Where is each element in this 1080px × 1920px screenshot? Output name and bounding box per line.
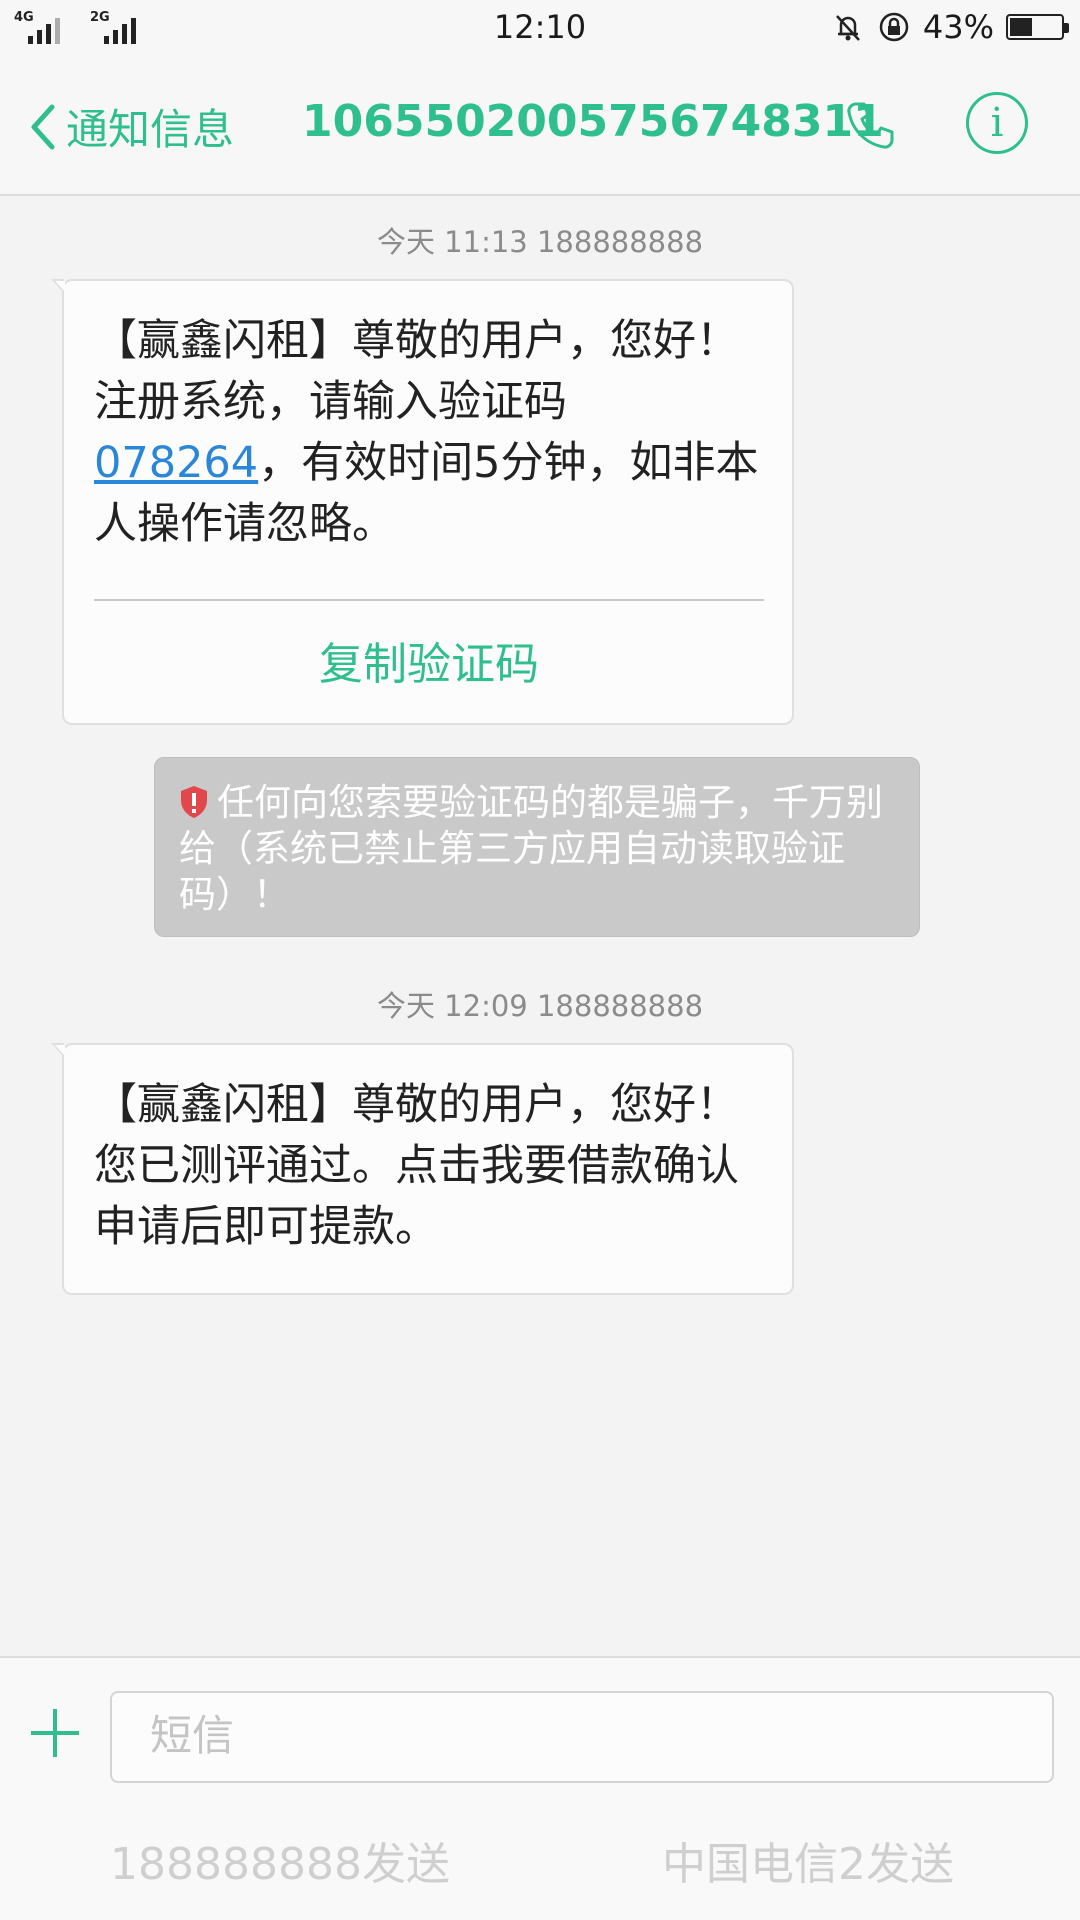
chevron-left-icon bbox=[31, 104, 55, 149]
plus-icon[interactable] bbox=[28, 1706, 82, 1760]
battery-icon bbox=[1006, 14, 1069, 40]
shield-warning-icon bbox=[181, 786, 207, 818]
call-icon[interactable] bbox=[842, 98, 898, 154]
send-sim1-button[interactable]: 188888888发送 bbox=[110, 1828, 450, 1892]
back-label: 通知信息 bbox=[66, 105, 235, 154]
battery-percent: 43% bbox=[922, 8, 994, 46]
message-bubble[interactable]: 【赢鑫闪租】尊敬的用户，您好！注册系统，请输入验证码078264，有效时间5分钟… bbox=[51, 279, 794, 725]
sender-number: 1065502005756748311 bbox=[302, 96, 884, 147]
message-input[interactable]: 短信 bbox=[110, 1691, 1054, 1783]
message-text: 【赢鑫闪租】尊敬的用户，您好！您已测评通过。点击我要借款确认申请后即可提款。 bbox=[94, 1080, 739, 1252]
status-bar: 4G 2G 12:10 43% bbox=[0, 0, 1080, 56]
back-button[interactable]: 通知信息 bbox=[30, 96, 234, 157]
verification-code-link[interactable]: 078264 bbox=[94, 438, 258, 488]
send-sim2-button[interactable]: 中国电信2发送 bbox=[662, 1828, 954, 1892]
message-timestamp: 今天 12:09 188888888 bbox=[376, 989, 704, 1023]
rotation-lock-icon bbox=[879, 12, 909, 42]
conversation-header: 通知信息 1065502005756748311 i bbox=[0, 56, 1080, 196]
message-text: 【赢鑫闪租】尊敬的用户，您好！注册系统，请输入验证码078264，有效时间5分钟… bbox=[94, 316, 759, 549]
copy-code-button[interactable]: 复制验证码 bbox=[94, 601, 764, 731]
warning-text: 任何向您索要验证码的都是骗子，千万别给（系统已禁止第三方应用自动读取验证码）！ bbox=[179, 781, 883, 916]
composer-bar: 短信 188888888发送 中国电信2发送 bbox=[0, 1656, 1080, 1920]
security-warning: 任何向您索要验证码的都是骗子，千万别给（系统已禁止第三方应用自动读取验证码）！ bbox=[154, 757, 920, 937]
message-timestamp: 今天 11:13 188888888 bbox=[376, 225, 704, 259]
info-button[interactable]: i bbox=[966, 92, 1028, 154]
silent-icon bbox=[835, 15, 860, 41]
message-bubble[interactable]: 【赢鑫闪租】尊敬的用户，您好！您已测评通过。点击我要借款确认申请后即可提款。 bbox=[51, 1043, 794, 1295]
